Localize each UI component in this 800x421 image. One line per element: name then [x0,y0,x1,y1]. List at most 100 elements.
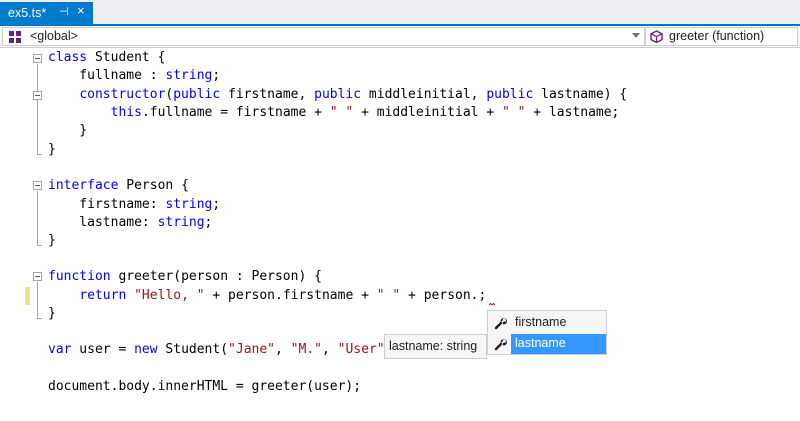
code-string: " " [376,288,401,303]
code-string: " " [501,105,526,120]
code-text: + lastname; [525,105,620,120]
document-tab-strip: ex5.ts* ⊣ × [0,0,800,24]
code-keyword: new [134,342,158,357]
member-dropdown[interactable]: greeter (function) [645,27,798,46]
wrench-icon [494,339,507,351]
code-text: user = [71,342,135,357]
code-line: } [48,122,87,140]
code-line: this.fullname = firstname + " " + middle… [48,104,620,122]
code-text: } [48,306,56,321]
code-keyword: string [157,215,205,230]
code-text: } [48,142,56,157]
close-icon[interactable]: × [77,3,85,18]
code-text: } [48,123,88,138]
code-keyword: class [48,50,88,65]
code-text: Person { [118,178,189,193]
outline-line [37,64,38,154]
code-keyword: string [165,197,213,212]
code-keyword: function [48,269,111,284]
code-keyword: public [173,87,221,102]
unsaved-change-marker [25,287,30,305]
code-text: } [48,233,56,248]
code-text: Student( [157,342,229,357]
code-text: greeter(person : Person) { [110,269,322,284]
quick-info-tooltip: lastname: string [384,334,487,359]
member-label: greeter (function) [669,29,765,43]
completion-item-firstname[interactable]: firstname [489,313,605,333]
code-line: class Student { [48,49,165,67]
outline-line [37,191,38,245]
collapse-toggle-function[interactable] [33,272,42,281]
code-text: .fullname = firstname + [141,105,330,120]
outline-end [37,318,42,319]
code-keyword: this [110,105,142,120]
completion-item-lastname[interactable]: lastname [489,334,606,354]
outline-line [37,282,38,318]
code-keyword: constructor [79,87,166,102]
code-text: + person.firstname + [204,288,377,303]
code-line: lastname: string; [48,214,212,232]
outline-end [37,154,42,155]
code-line: constructor(public firstname, public mid… [48,86,627,104]
code-keyword: return [79,288,127,303]
error-squiggle [489,303,495,306]
completion-list[interactable]: firstname lastname [487,310,607,355]
code-line: return "Hello, " + person.firstname + " … [48,287,486,305]
navigation-bar: <global> greeter (function) [0,26,800,48]
code-keyword: var [48,342,72,357]
code-text: firstname, [220,87,315,102]
code-text: + person.; [400,288,487,303]
code-line: } [48,305,56,323]
code-string: "Jane" [228,342,276,357]
code-text: document.body.innerHTML = greeter(user); [48,379,362,394]
collapse-toggle-class[interactable] [33,54,42,63]
code-line: fullname : string; [48,67,220,85]
code-text: + middleinitial + [353,105,502,120]
wrench-icon [494,318,507,330]
code-line: interface Person { [48,177,189,195]
code-line: document.body.innerHTML = greeter(user); [48,378,361,396]
code-text: ; [204,215,213,230]
code-text: middleinitial, [361,87,487,102]
function-cube-icon [650,30,663,43]
class-icon [9,31,21,43]
code-text: ; [212,68,221,83]
code-string: " " [329,105,354,120]
code-text: firstname: [48,197,166,212]
code-keyword: public [486,87,534,102]
completion-item-label: firstname [515,315,567,329]
code-text: lastname: [48,215,158,230]
outline-end [37,245,42,246]
tab-ex5-ts[interactable]: ex5.ts* ⊣ × [0,2,93,24]
code-text: Student { [87,50,166,65]
code-editor[interactable]: class Student { fullname : string; const… [0,49,800,421]
scope-label: <global> [30,29,78,43]
code-string: "Hello, " [134,288,205,303]
collapse-toggle-interface[interactable] [33,181,42,190]
code-line: } [48,141,56,159]
code-text: lastname) { [533,87,628,102]
code-line: function greeter(person : Person) { [48,268,322,286]
code-text: , [321,342,338,357]
code-line: } [48,232,56,250]
chevron-down-icon[interactable] [632,33,640,38]
code-text: , [275,342,291,357]
pin-icon[interactable]: ⊣ [59,5,69,18]
completion-item-label: lastname [515,336,566,350]
scope-dropdown[interactable]: <global> [2,27,645,46]
code-keyword: string [165,68,213,83]
code-line: var user = new Student("Jane", "M.", "Us… [48,341,400,359]
tab-title: ex5.ts* [8,6,47,20]
code-string: "M." [290,342,322,357]
code-line: firstname: string; [48,196,220,214]
code-string: "User" [337,342,385,357]
code-keyword: public [314,87,362,102]
code-keyword: interface [48,178,119,193]
code-text: ; [212,197,221,212]
code-text: fullname : [48,68,166,83]
collapse-toggle-constructor[interactable] [33,91,42,100]
